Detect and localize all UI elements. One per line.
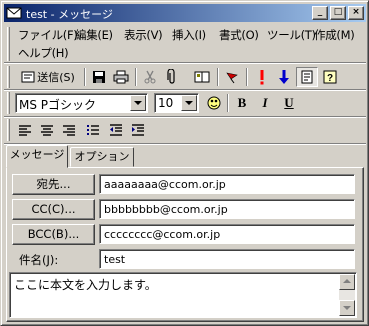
send-icon xyxy=(21,71,35,83)
subject-field[interactable]: test xyxy=(99,249,355,269)
font-size-value: 10 xyxy=(158,96,174,110)
save-icon xyxy=(92,70,106,84)
menu-help[interactable]: ヘルプ(H) xyxy=(18,45,69,61)
properties-button[interactable] xyxy=(296,67,318,87)
chevron-down-icon[interactable] xyxy=(181,95,197,111)
address-book-button[interactable] xyxy=(191,67,213,87)
align-center-icon xyxy=(40,124,54,136)
bcc-field[interactable]: cccccccc@ccom.or.jp xyxy=(99,224,355,244)
font-color-button[interactable] xyxy=(204,93,224,113)
send-label: 送信(S) xyxy=(37,71,75,84)
tab-strip: メッセージ オプション xyxy=(6,145,366,169)
palette-icon xyxy=(206,95,222,111)
help-button[interactable]: ? xyxy=(320,67,340,87)
title-bar[interactable]: test - メッセージ _ □ × xyxy=(4,4,366,22)
svg-text:?: ? xyxy=(327,73,333,84)
format-toolbar-grip[interactable] xyxy=(7,92,10,114)
menu-tools[interactable]: ツール(T) xyxy=(267,27,316,43)
close-button[interactable]: × xyxy=(348,6,364,20)
underline-button[interactable]: U xyxy=(280,93,298,113)
subject-label: 件名(J): xyxy=(19,253,59,267)
bold-button[interactable]: B xyxy=(233,93,251,113)
scroll-down-button[interactable] xyxy=(339,300,355,316)
menu-view[interactable]: 表示(V) xyxy=(124,27,163,43)
separator xyxy=(246,68,248,86)
tab-message[interactable]: メッセージ xyxy=(6,145,68,168)
send-button[interactable]: 送信(S) xyxy=(16,67,80,87)
message-body[interactable]: ここに本文を入力します。 xyxy=(9,272,357,318)
window-title: test - メッセージ xyxy=(26,8,113,21)
separator xyxy=(84,68,86,86)
maximize-button[interactable]: □ xyxy=(330,6,346,20)
divider xyxy=(4,62,366,64)
align-left-icon xyxy=(18,124,32,136)
indent-icon xyxy=(131,124,145,136)
align-right-icon xyxy=(62,124,76,136)
low-priority-icon xyxy=(279,69,289,85)
divider xyxy=(4,116,366,118)
bullet-list-icon xyxy=(86,124,100,136)
outdent-icon xyxy=(109,124,123,136)
font-family-select[interactable]: MS Pゴシック xyxy=(15,93,148,113)
align-center-button[interactable] xyxy=(37,120,57,140)
message-body-text: ここに本文を入力します。 xyxy=(14,278,157,292)
increase-indent-button[interactable] xyxy=(128,120,148,140)
cut-icon xyxy=(143,70,157,84)
align-left-button[interactable] xyxy=(15,120,35,140)
vertical-scrollbar[interactable] xyxy=(339,274,355,316)
divider xyxy=(4,89,366,91)
standard-toolbar: 送信(S) ? xyxy=(4,67,366,89)
italic-button[interactable]: I xyxy=(256,93,274,113)
paragraph-toolbar-grip[interactable] xyxy=(7,119,10,141)
cut-button[interactable] xyxy=(140,67,160,87)
message-window: test - メッセージ _ □ × ファイル(F) 編集(E) 表示(V) 挿… xyxy=(0,0,369,326)
separator xyxy=(227,94,229,112)
print-icon xyxy=(113,70,129,84)
cc-button[interactable]: CC(C)... xyxy=(12,199,95,220)
low-priority-button[interactable] xyxy=(275,67,293,87)
menu-bar: ファイル(F) 編集(E) 表示(V) 挿入(I) 書式(O) ツール(T) 作… xyxy=(4,24,366,62)
menu-format[interactable]: 書式(O) xyxy=(219,27,259,43)
bcc-button[interactable]: BCC(B)... xyxy=(12,224,95,245)
help-icon: ? xyxy=(323,70,337,84)
address-book-icon xyxy=(194,70,210,84)
font-size-select[interactable]: 10 xyxy=(154,93,199,113)
scroll-up-button[interactable] xyxy=(339,274,355,290)
envelope-icon xyxy=(6,6,22,20)
menu-file[interactable]: ファイル(F) xyxy=(18,27,78,43)
separator xyxy=(135,68,137,86)
tab-options[interactable]: オプション xyxy=(70,147,134,167)
font-family-value: MS Pゴシック xyxy=(19,98,97,112)
to-button[interactable]: 宛先... xyxy=(12,174,95,195)
print-button[interactable] xyxy=(111,67,131,87)
high-priority-button[interactable] xyxy=(253,67,271,87)
menu-edit[interactable]: 編集(E) xyxy=(75,27,113,43)
attach-icon xyxy=(166,69,178,85)
menu-insert[interactable]: 挿入(I) xyxy=(172,27,206,43)
to-field[interactable]: aaaaaaaa@ccom.or.jp xyxy=(99,174,355,194)
separator xyxy=(217,68,219,86)
flag-icon xyxy=(225,70,239,84)
chevron-down-icon[interactable] xyxy=(130,95,146,111)
decrease-indent-button[interactable] xyxy=(106,120,126,140)
minimize-button[interactable]: _ xyxy=(312,6,328,20)
attach-button[interactable] xyxy=(162,67,182,87)
bullet-list-button[interactable] xyxy=(83,120,103,140)
save-button[interactable] xyxy=(89,67,109,87)
high-priority-icon xyxy=(259,69,265,85)
align-right-button[interactable] xyxy=(59,120,79,140)
cc-field[interactable]: bbbbbbbb@ccom.or.jp xyxy=(99,199,355,219)
menu-compose[interactable]: 作成(M) xyxy=(314,27,355,43)
properties-icon xyxy=(300,70,314,84)
flag-button[interactable] xyxy=(222,67,242,87)
